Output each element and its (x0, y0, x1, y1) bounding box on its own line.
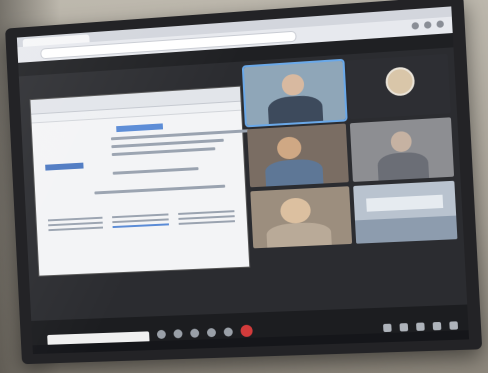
participant-video (377, 151, 430, 182)
participant-video (267, 94, 324, 126)
participant-video (276, 136, 302, 160)
participant-tile[interactable] (241, 58, 348, 128)
highlighted-heading (116, 123, 164, 133)
participant-tile[interactable] (250, 185, 353, 249)
document-column (110, 210, 170, 231)
participant-video (264, 158, 324, 187)
text-line (178, 215, 235, 220)
participant-tile[interactable] (346, 53, 451, 119)
text-line (94, 184, 226, 195)
text-line (112, 218, 169, 224)
document-column (46, 214, 106, 235)
document-columns (46, 207, 237, 234)
leave-call-button[interactable] (240, 324, 253, 338)
host-controls-icon[interactable] (449, 321, 459, 330)
avatar (384, 66, 416, 97)
participant-video (265, 221, 333, 249)
extension-icon[interactable] (411, 22, 420, 30)
participant-tile[interactable] (247, 123, 349, 187)
more-options-icon[interactable] (223, 326, 233, 337)
menu-icon[interactable] (436, 20, 445, 28)
browser-actions (411, 20, 445, 30)
camera-icon[interactable] (173, 328, 183, 338)
people-icon[interactable] (399, 323, 409, 332)
reaction-icon[interactable] (206, 327, 217, 337)
document-column (176, 207, 237, 228)
document-body (32, 111, 262, 209)
profile-icon[interactable] (423, 21, 432, 29)
text-line (177, 210, 235, 215)
participant-video (280, 197, 312, 225)
participant-video (390, 131, 412, 153)
text-line (47, 216, 103, 222)
text-line (178, 220, 235, 225)
info-icon[interactable] (383, 323, 392, 333)
participant-video (354, 215, 458, 244)
activities-icon[interactable] (432, 321, 442, 331)
text-line (111, 147, 215, 157)
screen (16, 6, 470, 355)
chat-icon[interactable] (416, 322, 425, 331)
text-line (48, 226, 104, 232)
text-line (112, 213, 169, 219)
microphone-icon[interactable] (156, 329, 167, 339)
text-line (48, 221, 104, 227)
shared-screen (29, 85, 262, 277)
highlighted-text (45, 162, 84, 171)
participant-video (281, 73, 305, 97)
highlighted-text (112, 223, 169, 229)
monitor (5, 0, 483, 365)
participant-tile[interactable] (353, 180, 458, 244)
participant-video (365, 195, 444, 212)
meeting-controls (31, 304, 470, 355)
participant-gallery (241, 53, 461, 311)
share-screen-icon[interactable] (190, 328, 200, 338)
participant-tile[interactable] (349, 117, 455, 182)
text-line (112, 167, 199, 175)
